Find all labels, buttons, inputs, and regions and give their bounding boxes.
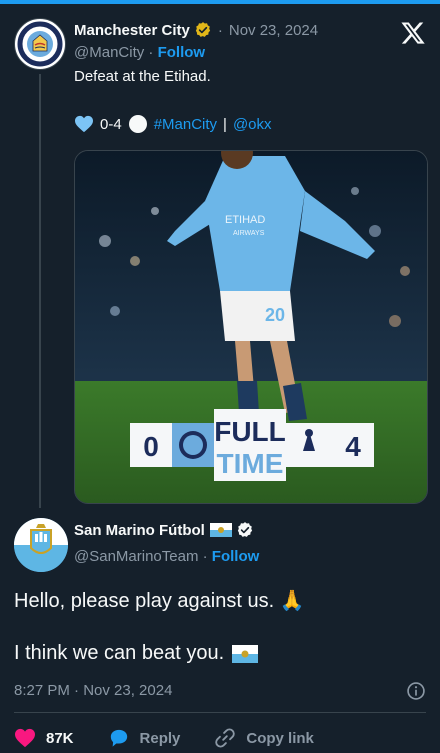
white-circle-icon — [128, 115, 147, 133]
reply-handle-row: @SanMarinoTeam · Follow — [74, 548, 259, 570]
sponsor-text-line2: AIRWAYS — [233, 230, 265, 237]
like-button[interactable]: 87K — [14, 728, 74, 748]
like-count: 87K — [46, 729, 74, 747]
x-logo-icon[interactable] — [400, 20, 426, 46]
match-result-image[interactable]: 20 ETIHAD AIRWAYS 0 FULL TIME 4 — [74, 150, 428, 504]
reply-author-name[interactable]: San Marino Fútbol — [74, 522, 205, 539]
parent-tweet-text: Defeat at the Etihad. — [74, 68, 211, 85]
san-marino-crest — [14, 518, 68, 572]
san-marino-avatar[interactable] — [14, 518, 68, 572]
san-marino-flag-icon — [232, 644, 259, 663]
reply-text-line1: Hello, please play against us. — [14, 590, 275, 612]
link-icon — [215, 728, 236, 748]
copy-link-button[interactable]: Copy link — [214, 727, 314, 749]
time-separator: · — [217, 21, 223, 39]
praying-hands-emoji: 🙏 — [279, 590, 305, 612]
reply-text-line2: I think we can beat you. — [14, 642, 225, 664]
actions-divider — [14, 712, 426, 713]
follow-button[interactable]: Follow — [212, 548, 260, 565]
blue-heart-icon — [75, 115, 93, 133]
san-marino-flag-icon — [209, 523, 232, 537]
handle-separator: · — [148, 44, 154, 61]
reply-text-line2-row: I think we can beat you. — [14, 642, 259, 665]
verified-badge-icon — [195, 22, 210, 37]
tweet-actions-bar: 87K Reply Copy link — [14, 724, 348, 752]
embedded-tweet-card: Manchester City · Nov 23, 2024 @ManCity … — [0, 4, 440, 753]
reply-bubble-icon — [110, 729, 127, 747]
reply-label: Reply — [139, 729, 181, 747]
handle-separator: · — [202, 548, 208, 565]
manchester-city-crest — [17, 21, 63, 67]
info-icon[interactable] — [406, 681, 426, 701]
copy-link-label: Copy link — [246, 729, 314, 747]
manchester-city-avatar[interactable] — [14, 18, 66, 70]
reply-tweet-header: San Marino Fútbol — [74, 518, 254, 542]
pipe-separator: | — [223, 115, 227, 133]
full-label: FULL — [214, 416, 286, 447]
reply-timestamp[interactable]: 8:27 PM · Nov 23, 2024 — [14, 682, 172, 699]
away-score: 4 — [345, 431, 361, 462]
thread-connector-line — [39, 74, 41, 508]
parent-author-name[interactable]: Manchester City — [74, 22, 190, 39]
time-label: TIME — [217, 448, 284, 479]
reply-text-line1-row: Hello, please play against us. 🙏 — [14, 588, 305, 613]
score-text: 0-4 — [100, 115, 122, 133]
reply-author-handle[interactable]: @SanMarinoTeam — [74, 548, 198, 565]
shirt-number: 20 — [265, 305, 285, 325]
parent-tweet-header: Manchester City · Nov 23, 2024 — [74, 18, 318, 42]
verified-badge-icon — [237, 522, 252, 537]
sponsor-text-line1: ETIHAD — [225, 214, 265, 226]
parent-author-handle[interactable]: @ManCity — [74, 44, 144, 61]
heart-icon — [15, 728, 35, 748]
reply-button[interactable]: Reply — [108, 728, 181, 748]
parent-handle-row: @ManCity · Follow — [74, 44, 205, 66]
parent-tweet-date[interactable]: Nov 23, 2024 — [229, 22, 318, 39]
follow-button[interactable]: Follow — [158, 44, 206, 61]
home-score: 0 — [143, 431, 159, 462]
hashtag-link[interactable]: #ManCity — [154, 116, 217, 133]
match-result-graphic: 20 ETIHAD AIRWAYS 0 FULL TIME 4 — [75, 151, 427, 503]
parent-tweet-score-line: 0-4 #ManCity | @okx — [74, 114, 272, 134]
mention-link[interactable]: @okx — [233, 116, 272, 133]
